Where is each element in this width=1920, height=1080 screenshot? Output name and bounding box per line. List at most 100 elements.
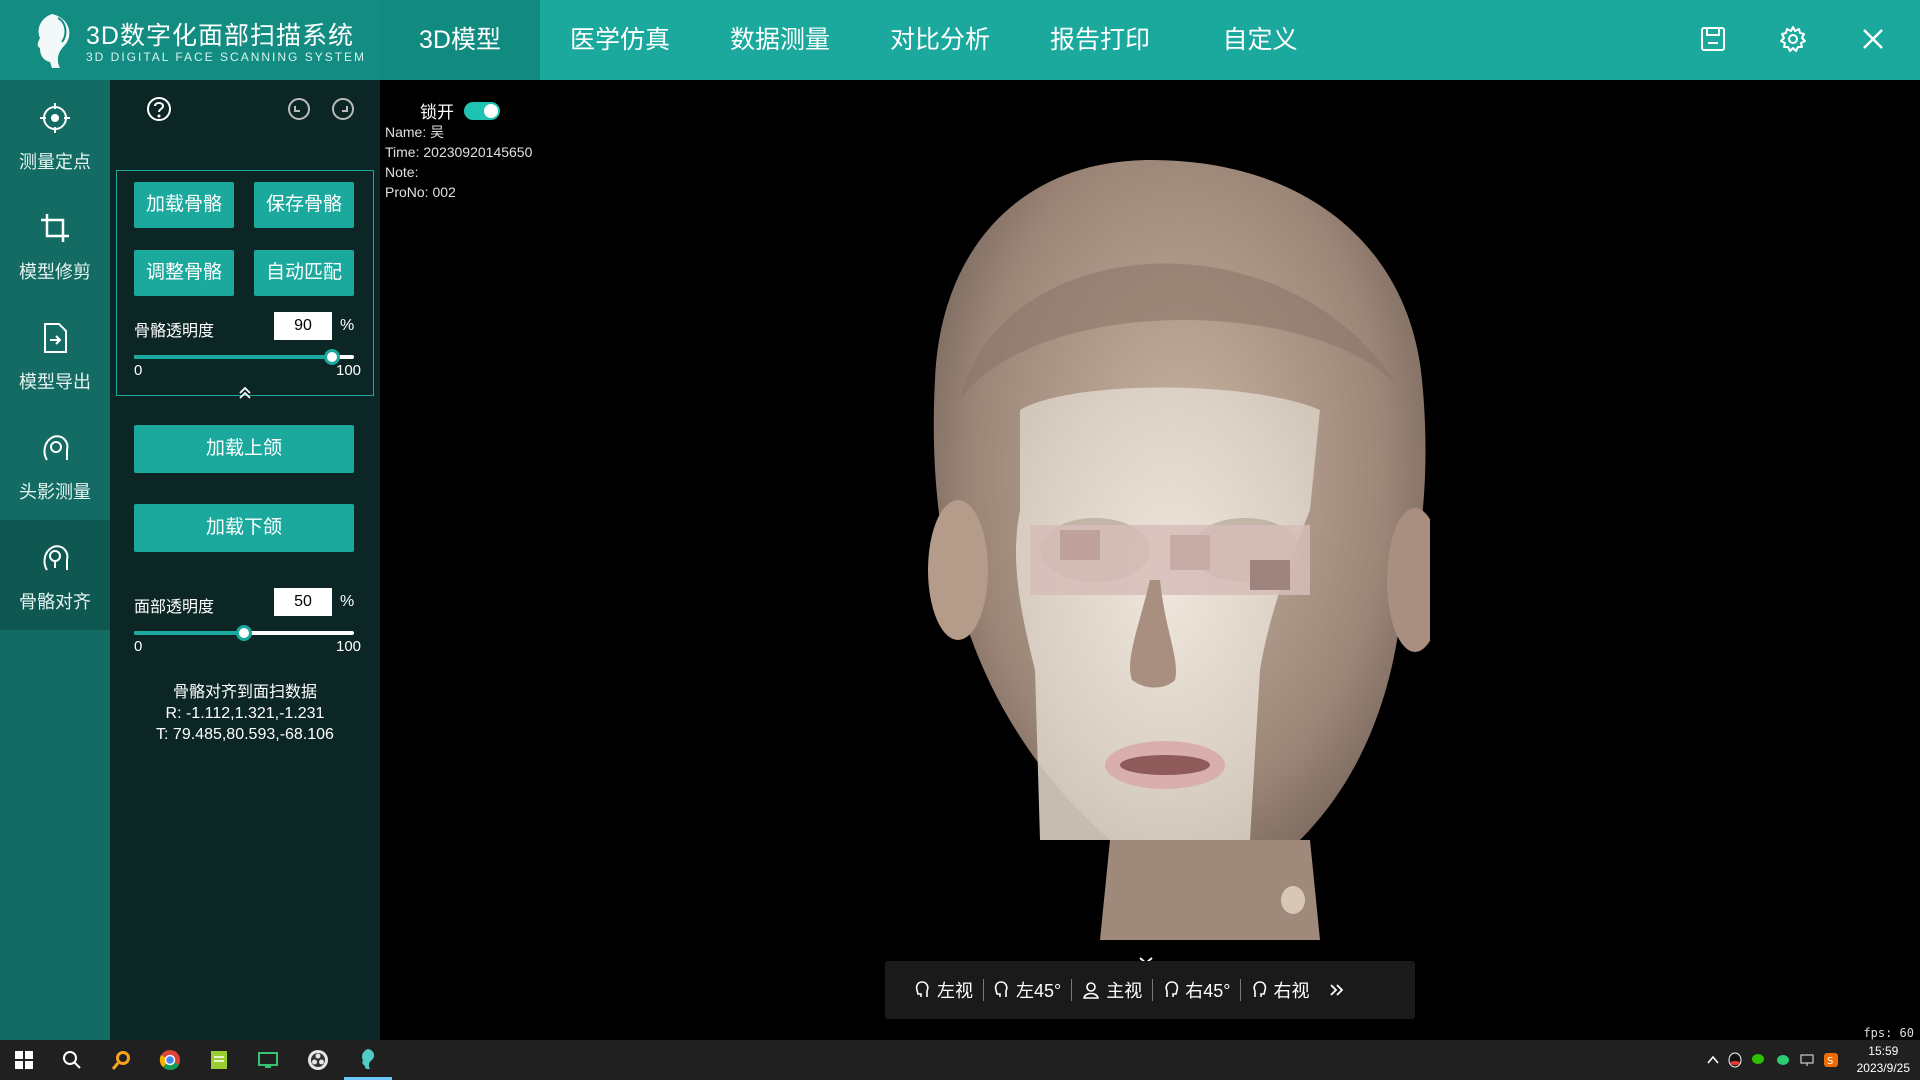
rail-label: 模型修剪 <box>19 262 91 282</box>
bone-align-panel: 加载骨骼 保存骨骼 调整骨骼 自动匹配 骨骼透明度 90 % 0 100 加载上… <box>110 80 380 1040</box>
export-icon <box>44 323 67 353</box>
bone-align-icon <box>43 545 69 571</box>
close-icon[interactable] <box>1852 18 1894 60</box>
system-clock[interactable]: 15:59 2023/9/25 <box>1857 1043 1910 1077</box>
app-window: 3D数字化面部扫描系统 3D DIGITAL FACE SCANNING SYS… <box>0 0 1920 1040</box>
head-left-icon <box>915 981 929 997</box>
view-right-label: 右视 <box>1273 981 1310 1001</box>
view-toolbar: 左视 左45° 主视 右45° 右视 <box>885 961 1415 1019</box>
main-nav: 3D模型 医学仿真 数据测量 对比分析 报告打印 自定义 <box>380 0 1340 80</box>
chrome-icon[interactable] <box>146 1040 194 1080</box>
app-subtitle: 3D DIGITAL FACE SCANNING SYSTEM <box>86 50 367 64</box>
face-opacity-input[interactable]: 50 <box>274 588 332 616</box>
head-right-icon <box>1253 981 1267 997</box>
save-bone-button[interactable]: 保存骨骼 <box>254 182 354 228</box>
auto-match-button[interactable]: 自动匹配 <box>254 250 354 296</box>
top-actions <box>1692 18 1894 60</box>
bone-opacity-input[interactable]: 90 <box>274 312 332 340</box>
brand: 3D数字化面部扫描系统 3D DIGITAL FACE SCANNING SYS… <box>0 0 380 80</box>
rail-item-model-crop[interactable]: 模型修剪 <box>0 190 110 300</box>
adjust-bone-button[interactable]: 调整骨骼 <box>134 250 234 296</box>
face-opacity-min: 0 <box>134 638 143 655</box>
face-opacity-fill <box>134 631 244 635</box>
rail-label: 测量定点 <box>19 152 91 172</box>
align-info-title: 骨骼对齐到面扫数据 <box>172 684 317 701</box>
bone-opacity-min: 0 <box>134 362 143 379</box>
bone-opacity-fill <box>134 355 332 359</box>
rail-label: 骨骼对齐 <box>19 592 91 612</box>
lock-toggle[interactable] <box>464 101 500 120</box>
align-translation: T: 79.485,80.593,-68.106 <box>156 726 334 743</box>
face-opacity-unit: % <box>340 593 355 610</box>
double-chevron-right-icon <box>1330 984 1344 996</box>
wechat-work-icon[interactable] <box>1775 1052 1791 1068</box>
person-icon <box>1083 982 1100 999</box>
obs-icon[interactable] <box>294 1040 342 1080</box>
more-views-button[interactable] <box>1319 983 1355 997</box>
search-icon[interactable] <box>48 1040 96 1080</box>
tab-data-measurement[interactable]: 数据测量 <box>700 0 860 80</box>
view-left-button[interactable]: 左视 <box>905 977 983 1003</box>
input-method-icon[interactable]: S <box>1823 1052 1839 1068</box>
patient-meta: Name: 吴 Time: 20230920145650 Note: ProNo… <box>385 122 532 202</box>
notepad-app-icon[interactable] <box>195 1040 243 1080</box>
load-bone-button[interactable]: 加载骨骼 <box>134 182 234 228</box>
head-left45-icon <box>994 981 1008 997</box>
tab-comparison[interactable]: 对比分析 <box>860 0 1020 80</box>
view-right-button[interactable]: 右视 <box>1241 977 1319 1003</box>
top-bar: 3D数字化面部扫描系统 3D DIGITAL FACE SCANNING SYS… <box>0 0 1920 80</box>
svg-text:S: S <box>1827 1056 1833 1067</box>
rail-item-cephalometric[interactable]: 头影测量 <box>0 410 110 520</box>
rail-label: 头影测量 <box>19 482 91 502</box>
face-scan-app-icon[interactable] <box>344 1040 392 1080</box>
os-taskbar: S 15:59 2023/9/25 <box>0 1040 1920 1080</box>
remote-desktop-icon[interactable] <box>244 1040 292 1080</box>
redo-icon[interactable] <box>328 94 358 124</box>
tab-3d-model[interactable]: 3D模型 <box>380 0 540 80</box>
qq-icon[interactable] <box>1727 1052 1743 1068</box>
view-front-button[interactable]: 主视 <box>1072 977 1152 1003</box>
scan-note: Note: <box>385 164 419 180</box>
network-icon[interactable] <box>1799 1052 1815 1068</box>
align-rotation: R: -1.112,1.321,-1.231 <box>165 705 325 722</box>
bone-opacity-slider[interactable] <box>134 349 354 365</box>
tab-custom[interactable]: 自定义 <box>1180 0 1340 80</box>
chevron-up-icon[interactable] <box>1706 1055 1719 1065</box>
head-right45-icon <box>1165 981 1179 997</box>
3d-viewport[interactable]: 锁开 Name: 吴 Time: 20230920145650 Note: Pr… <box>380 80 1920 1040</box>
help-icon[interactable] <box>144 94 174 124</box>
load-lower-jaw-button[interactable]: 加载下颌 <box>134 504 354 552</box>
rail-item-measure-points[interactable]: 测量定点 <box>0 80 110 190</box>
gear-icon[interactable] <box>1772 18 1814 60</box>
face-opacity-thumb[interactable] <box>236 625 252 641</box>
fps-counter: fps: 60 <box>1863 1026 1914 1040</box>
target-icon <box>40 103 70 133</box>
view-front-label: 主视 <box>1106 981 1143 1001</box>
save-icon[interactable] <box>1692 18 1734 60</box>
bone-opacity-label: 骨骼透明度 <box>134 323 215 340</box>
lock-label: 锁开 <box>420 103 454 122</box>
project-number: ProNo: 002 <box>385 184 456 200</box>
head-measure-icon <box>43 435 69 461</box>
load-upper-jaw-button[interactable]: 加载上颌 <box>134 425 354 473</box>
view-right45-label: 右45° <box>1185 981 1231 1001</box>
view-right45-button[interactable]: 右45° <box>1153 977 1240 1003</box>
magnifier-app-icon[interactable] <box>98 1040 146 1080</box>
windows-start-icon[interactable] <box>0 1040 48 1080</box>
tab-medical-simulation[interactable]: 医学仿真 <box>540 0 700 80</box>
clock-time: 15:59 <box>1868 1044 1899 1058</box>
rail-item-model-export[interactable]: 模型导出 <box>0 300 110 410</box>
wechat-icon[interactable] <box>1751 1052 1767 1068</box>
crop-icon <box>41 214 69 242</box>
face-opacity-max: 100 <box>336 638 362 655</box>
view-left45-label: 左45° <box>1016 981 1062 1001</box>
collapse-up-icon[interactable] <box>237 386 253 400</box>
undo-icon[interactable] <box>284 94 314 124</box>
tab-report-print[interactable]: 报告打印 <box>1020 0 1180 80</box>
face-scan-model[interactable] <box>870 140 1430 970</box>
face-profile-logo-icon <box>37 14 70 68</box>
rail-item-bone-align[interactable]: 骨骼对齐 <box>0 520 110 630</box>
face-opacity-slider[interactable] <box>134 625 354 641</box>
scan-time: Time: 20230920145650 <box>385 144 533 160</box>
view-left45-button[interactable]: 左45° <box>984 977 1071 1003</box>
